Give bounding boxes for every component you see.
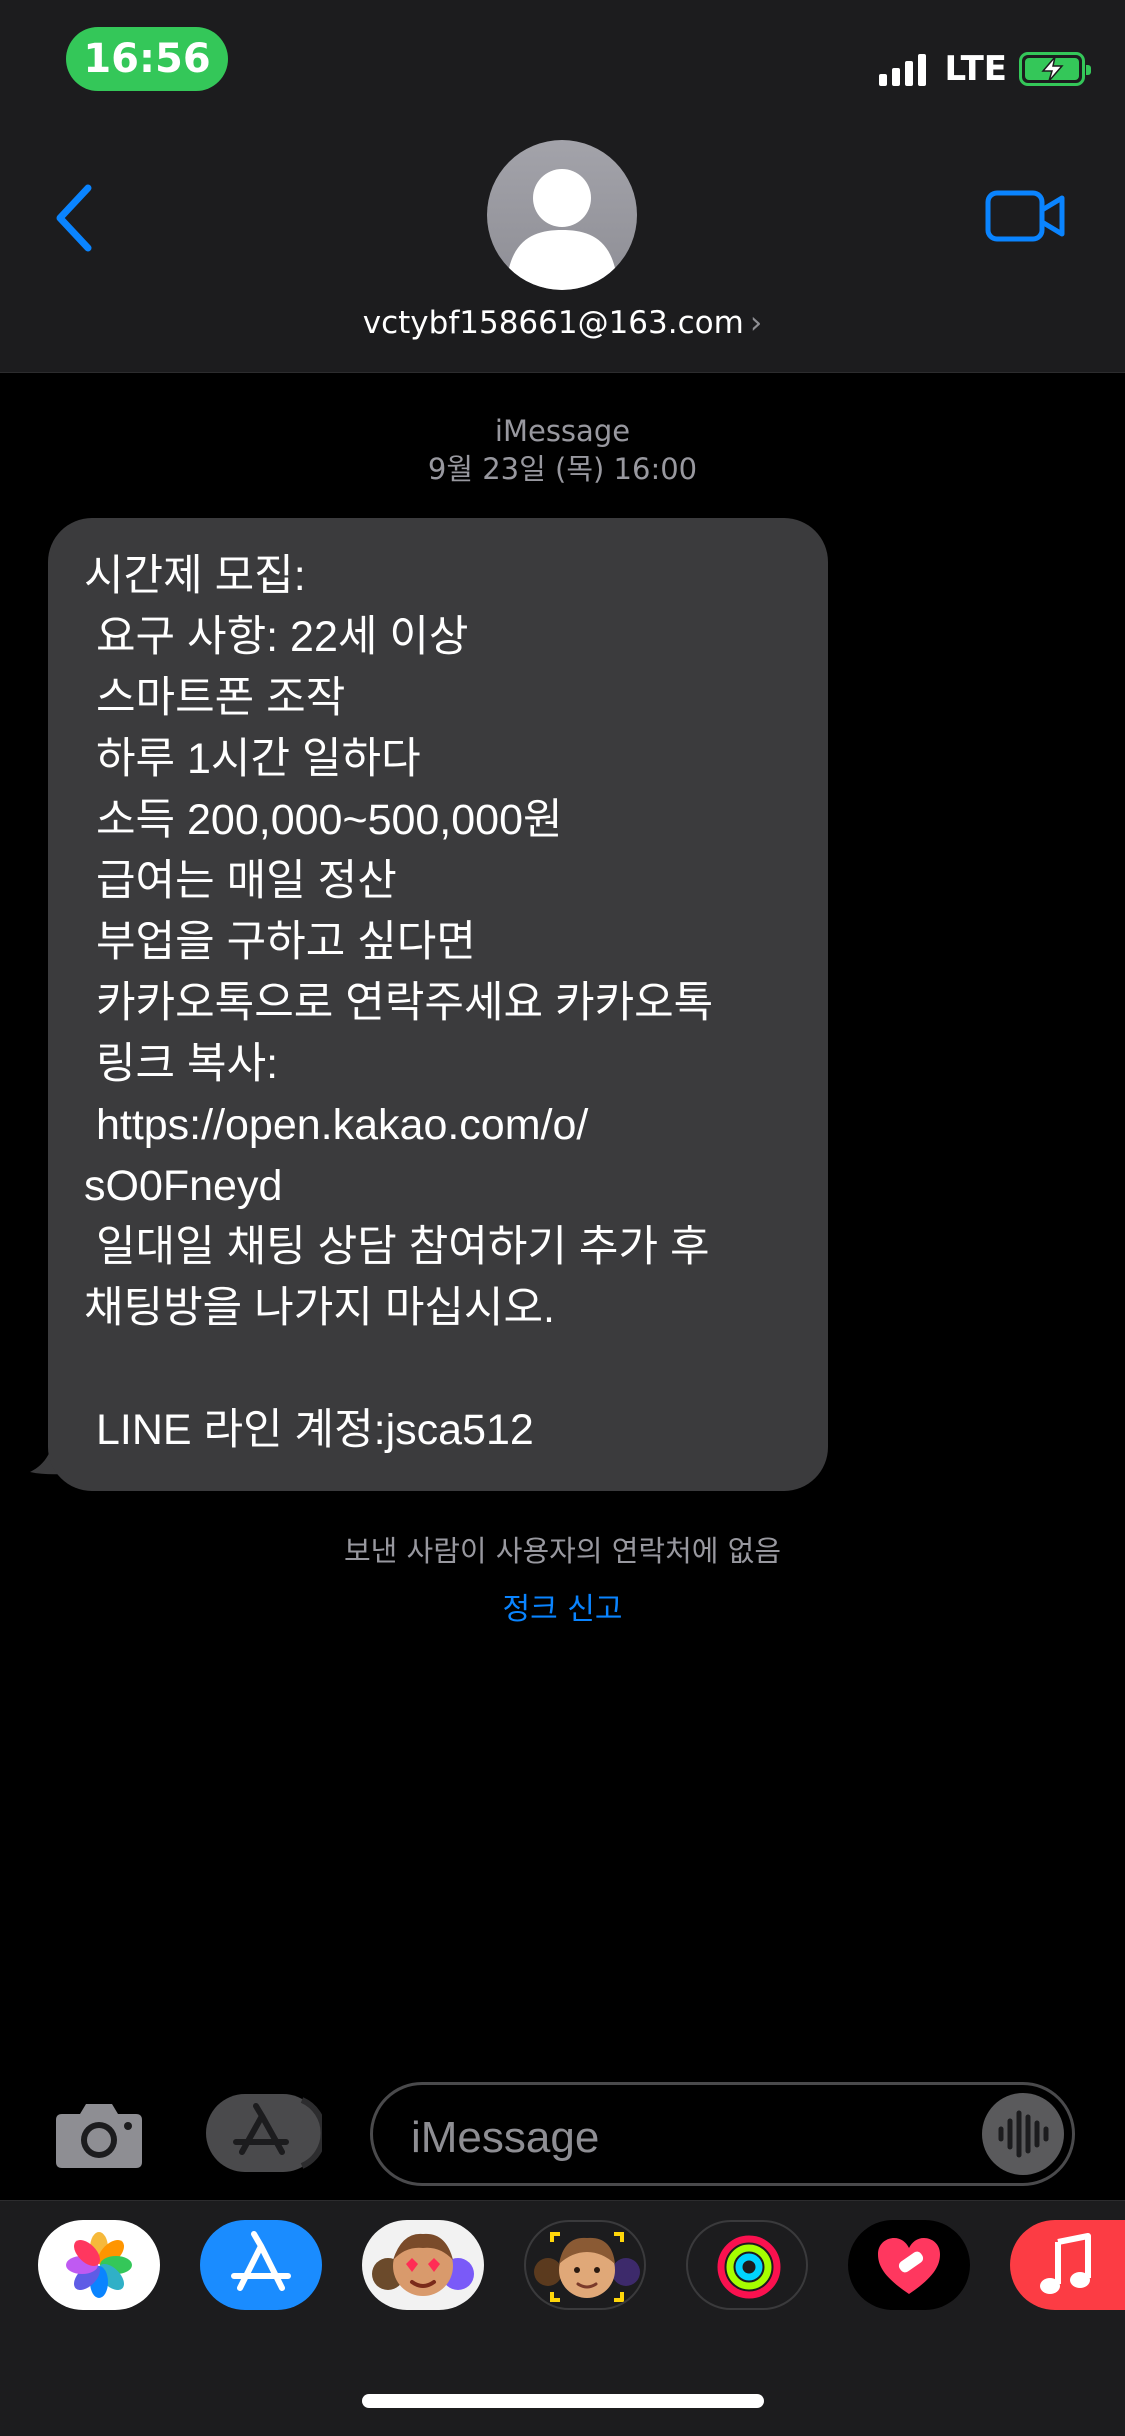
message-input[interactable]: iMessage xyxy=(370,2082,1075,2186)
dictation-button[interactable] xyxy=(982,2093,1064,2175)
person-icon xyxy=(509,169,615,290)
photos-icon[interactable] xyxy=(38,2220,160,2310)
app-drawer-button[interactable] xyxy=(206,2094,327,2172)
message-line: 시간제 모집: xyxy=(84,552,306,600)
service-label: iMessage xyxy=(494,414,631,448)
contact-name: vctybf158661@163.com xyxy=(362,305,744,341)
status-time[interactable]: 16:56 xyxy=(66,27,228,91)
app-store-icon[interactable] xyxy=(200,2220,322,2310)
message-line: 급여는 매일 정산 xyxy=(84,857,397,905)
camera-icon[interactable] xyxy=(54,2098,144,2170)
message-link[interactable]: https://open.kakao.com/o/ xyxy=(84,1095,792,1156)
memoji-stickers-icon[interactable] xyxy=(362,2220,484,2310)
message-line: 하루 1시간 일하다 xyxy=(84,735,421,783)
message-line: 링크 복사: xyxy=(84,1040,279,1088)
message-line: LINE 라인 계정:jsca512 xyxy=(84,1406,534,1454)
messages-screen: 16:56 LTE vctybf158661@163.com › iMessag… xyxy=(0,0,1125,2436)
message-line: 부업을 구하고 싶다면 xyxy=(84,918,476,966)
memoji-icon[interactable] xyxy=(524,2220,646,2310)
home-indicator[interactable] xyxy=(362,2394,764,2408)
message-line: 카카오톡으로 연락주세요 카카오톡 xyxy=(84,979,714,1027)
unknown-sender-notice: 보낸 사람이 사용자의 연락처에 없음 xyxy=(343,1534,782,1568)
battery-icon xyxy=(1019,52,1091,86)
report-junk-link[interactable]: 정크 신고 xyxy=(0,1584,1125,1628)
message-line: 스마트폰 조작 xyxy=(84,674,346,722)
chevron-right-icon: › xyxy=(749,305,763,341)
signal-icon xyxy=(878,52,931,86)
status-indicators: LTE xyxy=(878,44,1091,94)
message-line: 소득 200,000~500,000원 xyxy=(84,796,563,844)
avatar[interactable] xyxy=(487,140,637,290)
contact-name-button[interactable]: vctybf158661@163.com › xyxy=(0,305,1125,341)
message-line: 채팅방을 나가지 마십시오. xyxy=(84,1284,556,1332)
message-line: 요구 사항: 22세 이상 xyxy=(84,613,469,661)
network-label: LTE xyxy=(944,49,1007,89)
message-timestamp: iMessage 9월 23일 (목) 16:00 xyxy=(0,412,1125,488)
message-bubble[interactable]: 시간제 모집: 요구 사항: 22세 이상 스마트폰 조작 하루 1시간 일하다… xyxy=(48,518,828,1491)
conversation-header: 16:56 LTE vctybf158661@163.com › xyxy=(0,0,1125,373)
date-label: 9월 23일 (목) 16:00 xyxy=(427,452,698,486)
message-line xyxy=(84,1339,792,1400)
activity-icon[interactable] xyxy=(686,2220,808,2310)
music-icon[interactable] xyxy=(1010,2220,1125,2310)
app-store-icon xyxy=(233,2097,327,2169)
message-line: 일대일 채팅 상담 참여하기 추가 후 xyxy=(84,1223,710,1271)
heart-app-icon[interactable] xyxy=(848,2220,970,2310)
message-input-placeholder: iMessage xyxy=(411,2113,600,2162)
video-call-icon[interactable] xyxy=(985,190,1065,242)
back-icon[interactable] xyxy=(48,180,98,256)
message-link[interactable]: sO0Fneyd xyxy=(84,1156,792,1217)
waveform-icon xyxy=(998,2110,1049,2158)
